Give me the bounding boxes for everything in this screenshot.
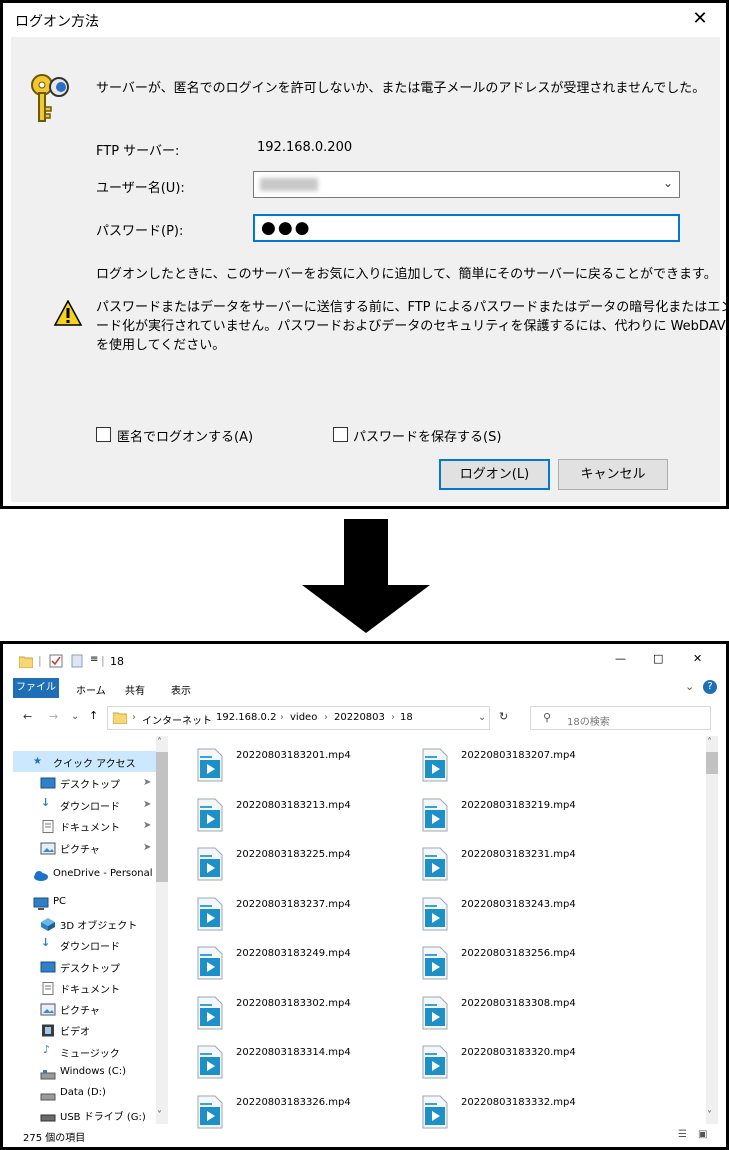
file-list-scrollbar[interactable] [706,736,718,1124]
file-item[interactable]: 20220803183302.mp4 [196,996,406,1036]
video-file-icon [197,847,223,881]
video-file-icon [197,1045,223,1079]
file-item[interactable]: 20220803183231.mp4 [421,847,631,887]
file-name: 20220803183237.mp4 [236,898,351,910]
file-list-scrollbar-thumb[interactable] [706,752,718,774]
warning-line: を使用してください。 [96,338,226,353]
video-file-icon [197,897,223,930]
video-file-icon [422,798,448,831]
file-item[interactable]: 20220803183201.mp4 [196,748,406,788]
file-item[interactable]: 20220803183249.mp4 [196,946,406,986]
cancel-button[interactable]: キャンセル [558,459,668,490]
file-name: 20220803183326.mp4 [236,1096,351,1108]
video-file-icon [422,1095,448,1128]
close-icon[interactable]: ✕ [689,8,711,30]
video-file-icon [197,748,223,782]
file-explorer-window: | ≡ | 18 — □ ✕ ファイル ホーム 共有 表示 ⌄ ? ← → ⌄ … [0,641,729,1150]
warning-line: ード化が実行されていません。パスワードおよびデータのセキュリティを保護するには、… [96,319,726,334]
video-file-icon [197,798,223,831]
file-item[interactable]: 20220803183314.mp4 [196,1045,406,1085]
keys-icon [31,74,69,122]
security-warning: パスワードまたはデータをサーバーに送信する前に、FTP によるパスワードまたはデ… [96,298,729,355]
large-icons-view-icon[interactable]: ▣ [698,1129,707,1140]
video-file-icon [422,847,448,881]
dialog-titlebar: ログオン方法 ✕ [3,3,726,35]
username-label: ユーザー名(U): [96,181,185,196]
down-arrow-shaft [344,519,388,585]
status-bar: 275 個の項目 ☰ ▣ [3,1126,726,1147]
dialog-title: ログオン方法 [15,14,99,30]
file-item[interactable]: 20220803183256.mp4 [421,946,631,986]
file-item[interactable]: 20220803183243.mp4 [421,897,631,937]
file-name: 20220803183249.mp4 [236,948,351,959]
save-password-checkbox-label[interactable]: パスワードを保存する(S) [353,426,501,445]
video-file-icon [422,748,448,782]
file-name: 20220803183201.mp4 [236,750,351,761]
save-password-checkbox[interactable] [333,427,348,442]
file-item[interactable]: 20220803183219.mp4 [421,798,631,838]
file-name: 20220803183219.mp4 [461,799,576,811]
file-item[interactable]: 20220803183225.mp4 [196,847,406,887]
scroll-down-icon[interactable]: ˅ [707,1110,712,1121]
file-name: 20220803183231.mp4 [461,849,576,860]
scroll-up-icon[interactable]: ˄ [707,737,712,748]
file-item[interactable]: 20220803183320.mp4 [421,1045,631,1085]
anonymous-checkbox-label[interactable]: 匿名でログオンする(A) [117,426,253,445]
chevron-down-icon[interactable]: ⌄ [663,176,673,190]
file-name: 20220803183225.mp4 [236,849,351,860]
file-item[interactable]: 20220803183237.mp4 [196,897,406,937]
help-icon[interactable]: ? [703,680,717,694]
warning-line: パスワードまたはデータをサーバーに送信する前に、FTP によるパスワードまたはデ… [96,300,729,315]
logon-dialog: ログオン方法 ✕ サーバーが、匿名でのログインを許可しないか、または電子メールの… [0,0,729,509]
file-list: 20220803183201.mp4 20220803183207.mp4 2022… [3,644,703,1128]
down-arrow-icon [302,585,430,633]
password-label: パスワード(P): [96,224,184,239]
video-file-icon [422,897,448,930]
username-redacted [260,178,318,191]
file-name: 20220803183243.mp4 [461,898,576,910]
video-file-icon [422,1045,448,1079]
file-item[interactable]: 20220803183207.mp4 [421,748,631,788]
dialog-message: サーバーが、匿名でのログインを許可しないか、または電子メールのアドレスが受理され… [96,81,706,96]
file-name: 20220803183302.mp4 [236,997,351,1009]
file-name: 20220803183256.mp4 [461,948,576,959]
ftp-server-label: FTP サーバー: [96,144,180,159]
details-view-icon[interactable]: ☰ [678,1129,687,1140]
anonymous-checkbox[interactable] [96,427,111,442]
file-name: 20220803183320.mp4 [461,1047,576,1058]
file-name: 20220803183308.mp4 [461,997,576,1009]
video-file-icon [197,996,223,1029]
warning-icon [54,300,82,326]
password-input[interactable]: ●●● [253,214,680,242]
logon-button[interactable]: ログオン(L) [439,459,550,490]
password-mask: ●●● [261,218,312,238]
video-file-icon [197,1095,223,1128]
video-file-icon [197,946,223,980]
file-name: 20220803183207.mp4 [461,750,576,761]
file-name: 20220803183213.mp4 [236,799,351,811]
username-combobox[interactable]: ⌄ [253,171,680,198]
file-item[interactable]: 20220803183308.mp4 [421,996,631,1036]
ftp-server-value: 192.168.0.200 [257,140,353,155]
file-name: 20220803183332.mp4 [461,1096,576,1108]
file-name: 20220803183314.mp4 [236,1047,351,1058]
video-file-icon [422,946,448,980]
video-file-icon [422,996,448,1029]
item-count: 275 個の項目 [23,1133,86,1144]
file-item[interactable]: 20220803183213.mp4 [196,798,406,838]
favorites-info-text: ログオンしたときに、このサーバーをお気に入りに追加して、簡単にそのサーバーに戻る… [96,267,717,282]
